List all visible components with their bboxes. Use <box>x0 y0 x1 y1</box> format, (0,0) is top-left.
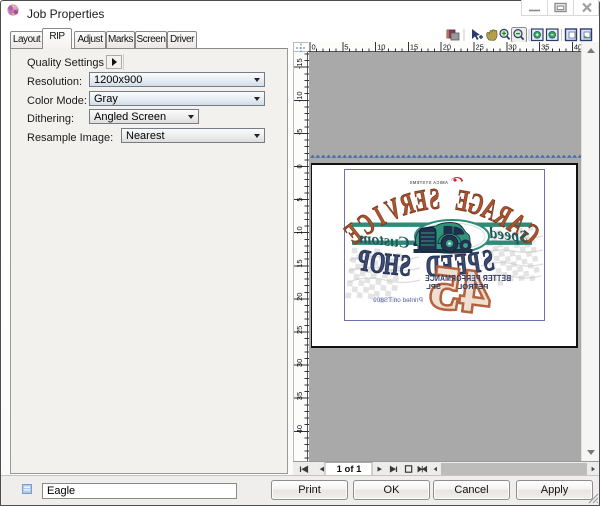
svg-text:30: 30 <box>508 43 516 52</box>
svg-text:15: 15 <box>295 259 304 267</box>
svg-text:S: S <box>429 183 441 216</box>
svg-text:25: 25 <box>476 43 484 52</box>
svg-text:-10: -10 <box>295 91 304 102</box>
svg-text:40: 40 <box>574 43 581 52</box>
svg-text:0: 0 <box>295 164 304 168</box>
svg-text:PETROL: PETROL <box>457 282 488 291</box>
svg-text:Printed on TS809: Printed on TS809 <box>373 297 423 304</box>
svg-text:10: 10 <box>377 43 385 52</box>
svg-text:20: 20 <box>295 293 304 301</box>
svg-text:40: 40 <box>295 425 304 433</box>
svg-text:35: 35 <box>541 43 549 52</box>
svg-text:SPL: SPL <box>426 282 441 291</box>
svg-text:5: 5 <box>344 43 348 52</box>
svg-text:-5: -5 <box>295 129 304 136</box>
svg-text:35: 35 <box>295 392 304 400</box>
svg-text:5: 5 <box>295 197 304 201</box>
svg-text:0: 0 <box>312 43 316 52</box>
svg-text:30: 30 <box>295 359 304 367</box>
svg-text:-15: -15 <box>295 58 304 69</box>
svg-text:1 of 1: 1 of 1 <box>337 464 363 475</box>
svg-text:10: 10 <box>295 226 304 234</box>
svg-text:25: 25 <box>295 326 304 334</box>
svg-text:20: 20 <box>443 43 451 52</box>
svg-text:15: 15 <box>410 43 418 52</box>
